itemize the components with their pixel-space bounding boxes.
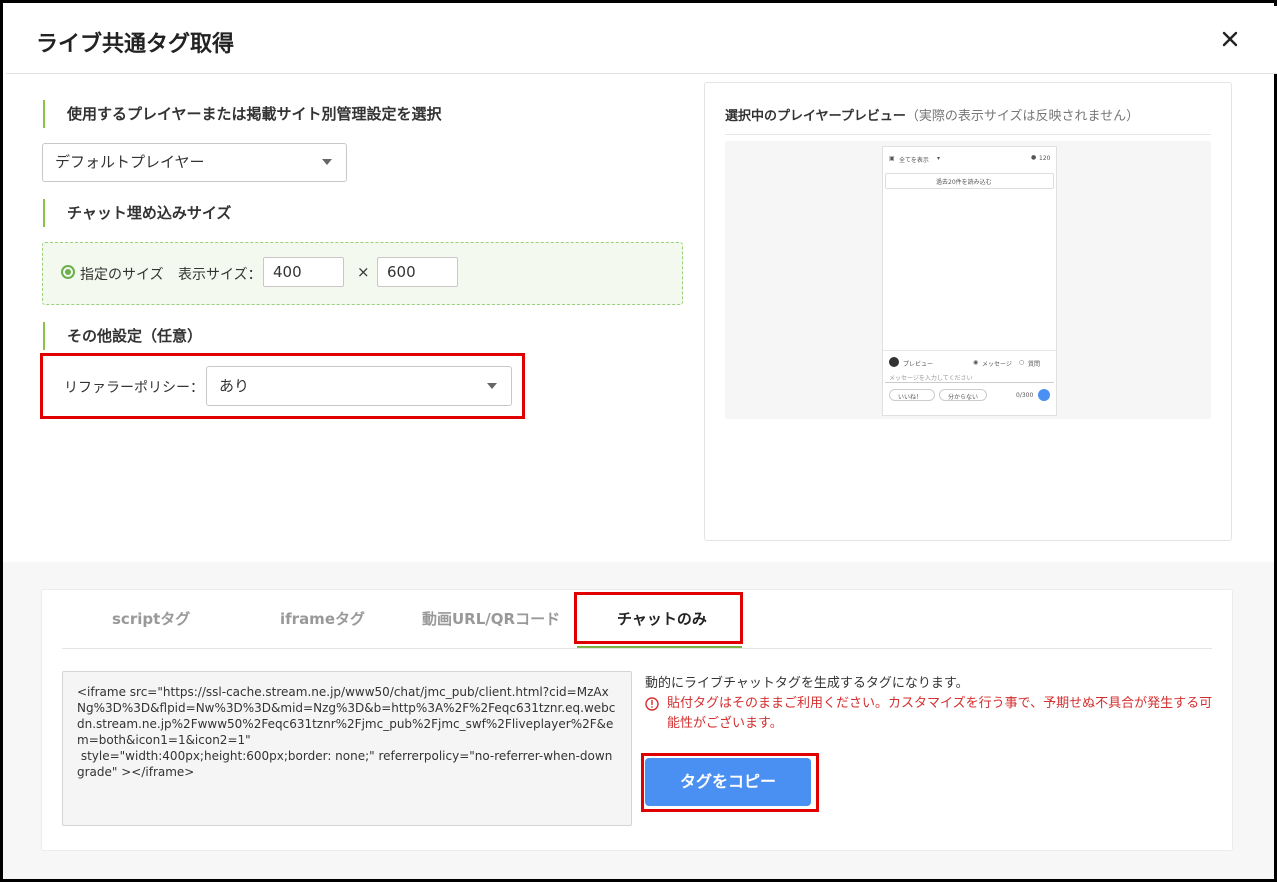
radio-icon: ○: [1019, 359, 1025, 366]
chat-filter-icon: ▣: [889, 155, 895, 162]
size-radio-selected[interactable]: [61, 265, 75, 279]
referrer-select[interactable]: あり: [206, 366, 512, 406]
unclear-label: 分からない: [948, 394, 979, 401]
viewer-count: 120: [1039, 155, 1051, 162]
warning-text: 貼付タグはそのままご利用ください。カスタマイズを行う事で、予期せぬ不具合が発生す…: [667, 696, 1213, 731]
char-counter: 0/300: [1016, 392, 1034, 399]
preview-area: ▣ 全てを表示 ▾ ● 120 過去20件を読み込む プレビュー ◉ メッセージ…: [725, 141, 1211, 419]
size-settings-box: 指定のサイズ 表示サイズ： 400 × 600: [42, 242, 683, 305]
radio-icon: ◉: [973, 359, 979, 366]
chat-preview: ▣ 全てを表示 ▾ ● 120 過去20件を読み込む プレビュー ◉ メッセージ…: [882, 146, 1057, 416]
load-more-button[interactable]: 過去20件を読み込む: [885, 173, 1054, 189]
preview-panel: 選択中のプレイヤープレビュー（実際の表示サイズは反映されません） ▣ 全てを表示…: [704, 82, 1232, 541]
preview-title: 選択中のプレイヤープレビュー（実際の表示サイズは反映されません）: [725, 105, 1139, 124]
tag-code-box[interactable]: <iframe src="https://ssl-cache.stream.ne…: [62, 671, 632, 826]
dialog: ライブ共通タグ取得 使用するプレイヤーまたは掲載サイト別管理設定を選択 デフォル…: [0, 0, 1277, 882]
chevron-down-icon: [322, 159, 332, 165]
preview-divider: [725, 134, 1211, 135]
tab-iframe[interactable]: iframeタグ: [280, 608, 365, 629]
preview-title-main: 選択中のプレイヤープレビュー: [725, 109, 906, 124]
active-tab-underline: [577, 646, 742, 648]
send-icon[interactable]: [1038, 389, 1050, 401]
display-size-label: 表示サイズ：: [178, 267, 262, 283]
chevron-down-icon: ▾: [937, 155, 941, 162]
player-select[interactable]: デフォルトプレイヤー: [42, 143, 347, 182]
load-more-label: 過去20件を読み込む: [936, 179, 992, 186]
size-section-label: チャット埋め込みサイズ: [43, 199, 231, 227]
height-input[interactable]: 600: [377, 257, 458, 287]
unclear-button[interactable]: 分からない: [939, 389, 987, 401]
referrer-label: リファラーポリシー：: [64, 380, 204, 396]
dialog-header: ライブ共通タグ取得: [6, 6, 1277, 74]
chat-input[interactable]: メッセージを入力してください: [889, 373, 973, 382]
mode-message: メッセージ: [982, 361, 1012, 368]
tab-url-qr[interactable]: 動画URL/QRコード: [422, 608, 560, 629]
player-select-value: デフォルトプレイヤー: [55, 153, 205, 171]
tag-description: 動的にライブチャットタグを生成するタグになります。: [645, 676, 969, 691]
like-button[interactable]: いいね！: [889, 389, 935, 401]
chat-divider: [883, 350, 1056, 351]
size-radio-label: 指定のサイズ: [80, 267, 164, 283]
player-section-label: 使用するプレイヤーまたは掲載サイト別管理設定を選択: [43, 100, 442, 128]
like-label: いいね！: [898, 394, 923, 401]
chat-user: プレビュー: [903, 361, 934, 368]
copy-tag-button[interactable]: タグをコピー: [645, 758, 811, 806]
times-sign: ×: [357, 263, 370, 281]
viewer-icon: ●: [1031, 154, 1037, 161]
mode-other: 質問: [1028, 361, 1041, 368]
other-section-label: その他設定（任意）: [43, 322, 202, 350]
tag-output-card: scriptタグ iframeタグ 動画URL/QRコード チャットのみ <if…: [41, 589, 1233, 851]
preview-title-note: （実際の表示サイズは反映されません）: [905, 109, 1140, 124]
chat-input-line: [885, 382, 1054, 383]
avatar: [889, 357, 899, 367]
close-icon[interactable]: [1217, 26, 1243, 52]
chat-filter: 全てを表示: [899, 157, 929, 164]
chevron-down-icon: [487, 383, 497, 389]
highlight-chat-tab: [574, 592, 743, 644]
width-input[interactable]: 400: [263, 257, 344, 287]
tab-script[interactable]: scriptタグ: [112, 608, 190, 629]
tab-divider: [62, 648, 1212, 649]
dialog-title: ライブ共通タグ取得: [36, 32, 235, 57]
referrer-select-value: あり: [219, 377, 250, 395]
